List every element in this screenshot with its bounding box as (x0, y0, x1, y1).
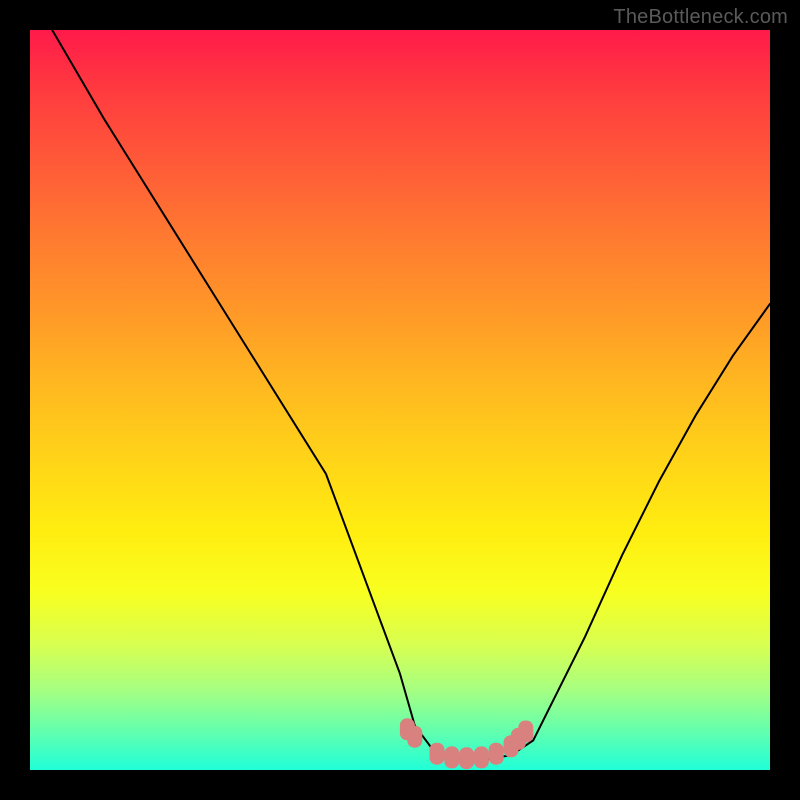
optimum-marker (444, 746, 459, 768)
optimum-markers (400, 718, 533, 769)
curve-line (52, 30, 770, 759)
optimum-marker (489, 743, 504, 765)
optimum-marker (407, 726, 422, 748)
optimum-marker (430, 743, 445, 765)
chart-svg (30, 30, 770, 770)
optimum-marker (474, 746, 489, 768)
optimum-marker (518, 721, 533, 743)
chart-plot-area (30, 30, 770, 770)
watermark-text: TheBottleneck.com (613, 6, 788, 29)
optimum-marker (459, 747, 474, 769)
